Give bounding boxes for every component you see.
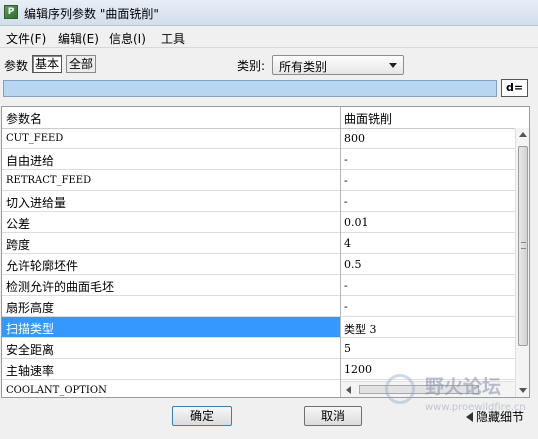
filter-input[interactable] xyxy=(3,80,497,97)
table-row-selected[interactable]: 扫描类型 类型 3 xyxy=(2,317,516,338)
table-row[interactable]: 扇形高度 - xyxy=(2,296,516,317)
column-divider[interactable] xyxy=(340,107,341,397)
category-label: 类别: xyxy=(237,59,266,73)
row-value[interactable]: 类型 3 xyxy=(344,321,377,337)
row-name: 主轴速率 xyxy=(6,364,55,378)
tab-basic[interactable]: 基本 xyxy=(32,55,63,73)
table-row[interactable]: 主轴速率 1200 xyxy=(2,359,516,380)
row-name: 扇形高度 xyxy=(6,301,55,315)
row-name: 允许轮廓坯件 xyxy=(6,259,79,273)
column-header-value[interactable]: 曲面铣削 xyxy=(344,110,392,127)
menu-edit[interactable]: 编辑(E) xyxy=(58,30,99,47)
scroll-up-icon[interactable] xyxy=(519,132,527,137)
row-value[interactable]: - xyxy=(344,195,348,208)
category-value: 所有类别 xyxy=(279,60,328,74)
table-row[interactable]: 允许轮廓坯件 0.5 xyxy=(2,254,516,275)
hide-details-label: 隐藏细节 xyxy=(476,410,525,424)
row-value[interactable]: - xyxy=(344,279,348,292)
table-row[interactable]: RETRACT_FEED - xyxy=(2,170,516,191)
scroll-down-icon[interactable] xyxy=(519,388,527,393)
table-row[interactable]: 安全距离 5 xyxy=(2,338,516,359)
row-name: 扫描类型 xyxy=(6,322,55,336)
hide-details-button[interactable]: 隐藏细节 xyxy=(466,408,524,425)
row-name: RETRACT_FEED xyxy=(6,175,92,186)
row-name: 跨度 xyxy=(6,238,31,252)
app-icon: P xyxy=(4,5,18,19)
menu-file[interactable]: 文件(F) xyxy=(6,30,46,47)
params-label: 参数 xyxy=(4,59,29,73)
row-name: 公差 xyxy=(6,217,31,231)
title-bar: P 编辑序列参数 "曲面铣削" xyxy=(0,0,538,26)
row-name: CUT_FEED xyxy=(6,133,64,144)
menu-tools[interactable]: 工具 xyxy=(161,30,185,47)
cancel-button[interactable]: 取消 xyxy=(304,406,362,426)
relation-button[interactable]: d= xyxy=(501,79,528,97)
row-name: COOLANT_OPTION xyxy=(6,385,107,396)
table-row[interactable]: 检测允许的曲面毛坯 - xyxy=(2,275,516,296)
vertical-scrollbar[interactable] xyxy=(515,128,529,397)
row-value[interactable]: 800 xyxy=(344,132,365,145)
row-value[interactable]: 4 xyxy=(344,237,351,250)
table-row[interactable]: 跨度 4 xyxy=(2,233,516,254)
column-header-name[interactable]: 参数名 xyxy=(6,110,42,127)
horizontal-scroll-thumb[interactable] xyxy=(359,385,479,394)
row-value[interactable]: 1200 xyxy=(344,363,372,376)
row-value[interactable]: - xyxy=(344,300,348,313)
row-value[interactable]: 0.5 xyxy=(344,258,362,271)
row-name: 自由进给 xyxy=(6,154,55,168)
table-row[interactable]: 公差 0.01 xyxy=(2,212,516,233)
menu-info[interactable]: 信息(I) xyxy=(109,30,146,47)
row-name: 切入进给量 xyxy=(6,196,67,210)
parameter-table: 参数名 曲面铣削 CUT_FEED 800 自由进给 - RETRACT_FEE… xyxy=(1,106,530,398)
chevron-down-icon xyxy=(389,63,397,68)
window-title: 编辑序列参数 "曲面铣削" xyxy=(24,7,159,21)
scroll-thumb[interactable] xyxy=(518,146,528,346)
ok-button[interactable]: 确定 xyxy=(172,406,232,426)
table-header: 参数名 曲面铣削 xyxy=(2,107,529,129)
scroll-left-icon[interactable] xyxy=(346,386,351,394)
row-value[interactable]: 0.01 xyxy=(344,216,369,229)
menu-bar: 文件(F) 编辑(E) 信息(I) 工具 xyxy=(0,26,538,48)
toolbar: 参数 基本 全部 类别: xyxy=(0,48,538,78)
category-select[interactable]: 所有类别 xyxy=(272,55,404,75)
table-row[interactable]: 切入进给量 - xyxy=(2,191,516,212)
table-row[interactable]: 自由进给 - xyxy=(2,149,516,170)
arrow-left-icon xyxy=(466,412,473,422)
row-name: 检测允许的曲面毛坯 xyxy=(6,280,115,294)
table-row[interactable]: CUT_FEED 800 xyxy=(2,128,516,149)
row-value[interactable]: - xyxy=(344,153,348,166)
tab-all[interactable]: 全部 xyxy=(66,55,97,73)
grip-icon xyxy=(521,242,526,249)
horizontal-scrollbar[interactable] xyxy=(341,381,515,397)
row-value[interactable]: - xyxy=(344,174,348,187)
row-value[interactable]: 5 xyxy=(344,342,351,355)
row-name: 安全距离 xyxy=(6,343,55,357)
